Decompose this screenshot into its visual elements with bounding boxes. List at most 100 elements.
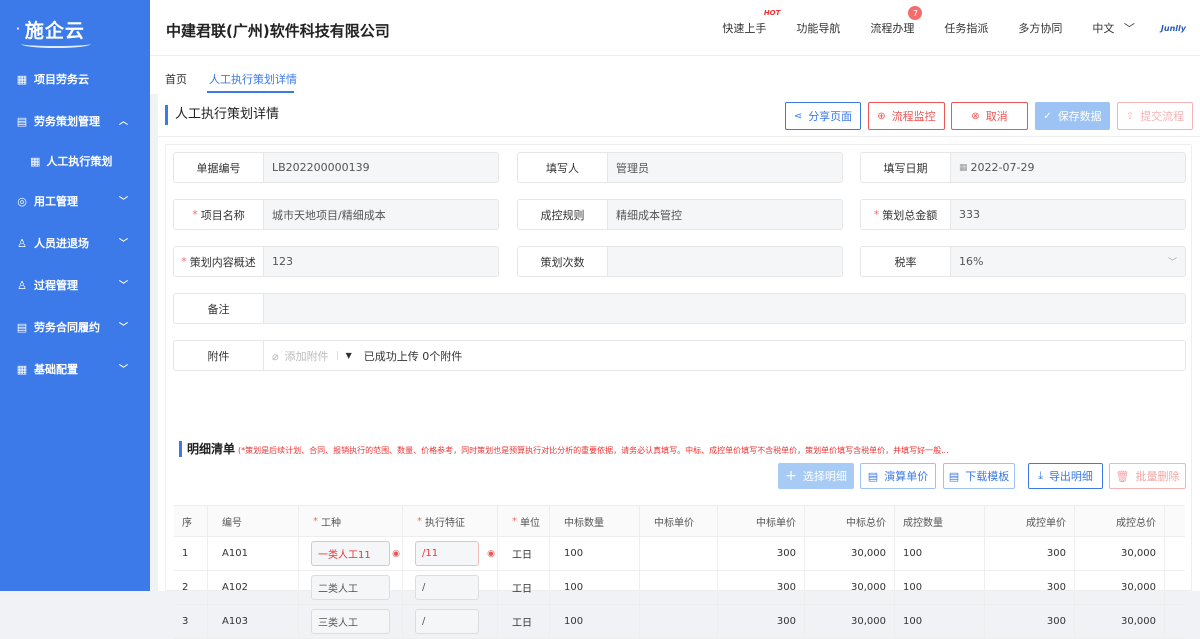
doc-no-field: 单据编号 LB202200000139	[173, 152, 499, 183]
project-value[interactable]: 城市天地项目/精细成本	[264, 200, 498, 229]
language-select[interactable]: 中文 ﹀	[1092, 20, 1135, 36]
sidebar-item-employment[interactable]: ◎ 用工管理 ﹀	[0, 180, 150, 222]
col-header: * 执行特征	[403, 506, 498, 536]
doc-no-label: 单据编号	[174, 153, 264, 182]
download-icon: ⤓	[1038, 469, 1043, 482]
calendar-icon: ▦	[30, 154, 41, 168]
active-tab-indicator	[207, 91, 294, 93]
date-input[interactable]: ▦ 2022-07-29	[951, 153, 1185, 182]
paperclip-icon: ⌀	[272, 349, 279, 363]
cell-code: A103	[208, 605, 299, 638]
chevron-down-icon: ﹀	[1167, 258, 1177, 268]
count-badge: 7	[908, 6, 923, 20]
submit-button[interactable]: ⇧ 提交流程	[1117, 102, 1193, 130]
total-input[interactable]: 333	[951, 200, 1185, 229]
tax-field: 税率 16% ﹀	[860, 246, 1186, 277]
feature-input[interactable]: /	[415, 575, 479, 600]
cell-bid-unit	[640, 571, 718, 604]
project-label: * 项目名称	[174, 200, 264, 229]
cell-feature: /	[403, 571, 498, 604]
sidebar-item-base-config[interactable]: ▦ 基础配置 ﹀	[0, 348, 150, 390]
nav-collaboration[interactable]: 多方协同	[1018, 20, 1062, 36]
share-button[interactable]: ⋖ 分享页面	[785, 102, 861, 130]
cell-type: 二类人工	[299, 571, 403, 604]
col-header: 中标总价	[805, 506, 895, 536]
col-header: * 单位	[498, 506, 550, 536]
type-input[interactable]: 一类人工11	[311, 541, 390, 566]
remark-input[interactable]	[264, 294, 1185, 323]
cancel-button[interactable]: ⊗ 取消	[951, 102, 1028, 130]
sidebar-item-process[interactable]: ♙ 过程管理 ﹀	[0, 264, 150, 306]
export-detail-button[interactable]: ⤓ 导出明细	[1028, 463, 1103, 489]
nav-function-guide[interactable]: 功能导航	[796, 20, 840, 36]
sidebar-item-manual-execution-plan[interactable]: ▦ 人工执行策划	[0, 142, 150, 180]
cell-bid-qty: 100	[550, 537, 640, 570]
chevron-up-icon: ︿	[118, 117, 128, 127]
cell-ctrl-total: 30,000	[1075, 605, 1165, 638]
nav-quick-start[interactable]: 快速上手 HOT	[722, 9, 780, 36]
page-title: 人工执行策划详情	[165, 105, 279, 125]
sidebar-item-contract[interactable]: ▤ 劳务合同履约 ﹀	[0, 306, 150, 348]
cell-feature: /	[403, 605, 498, 638]
brand-logo: Junlly	[1160, 23, 1186, 33]
cell-unit: 工日	[498, 571, 550, 604]
select-detail-button[interactable]: + 选择明细	[778, 463, 854, 489]
batch-delete-button[interactable]: 🗑 批量删除	[1109, 463, 1186, 489]
col-header: 中标单价	[718, 506, 805, 536]
chevron-down-icon: ﹀	[118, 197, 128, 207]
cell-no: 3	[174, 605, 208, 638]
tab-detail[interactable]: 人工执行策划详情	[209, 71, 297, 87]
add-attachment-button[interactable]: ⌀ 添加附件	[272, 348, 329, 364]
sidebar-item-labor-planning[interactable]: ▤ 劳务策划管理 ︿	[0, 100, 150, 142]
table-body: 1 A101 一类人工11 ◉/11 ◉ 工日 100 300 30,000 100 300 30,0…	[174, 537, 1185, 639]
date-field: 填写日期 ▦ 2022-07-29	[860, 152, 1186, 183]
col-header	[1165, 506, 1185, 536]
table-header: 序 编号 * 工种 * 执行特征 * 单位 中标数量 中标单价 中标单价 中标总价 成…	[174, 506, 1185, 537]
cell-ctrl-total: 30,000	[1075, 537, 1165, 570]
download-template-button[interactable]: ▤ 下载模板	[943, 463, 1015, 489]
document-icon: ▤	[16, 114, 28, 128]
tax-select[interactable]: 16% ﹀	[951, 247, 1185, 276]
plus-icon: +	[785, 468, 797, 484]
col-header: 成控数量	[895, 506, 985, 536]
feature-input[interactable]: /	[415, 609, 479, 634]
desc-input[interactable]: 123	[264, 247, 498, 276]
sidebar-item-personnel-entry-exit[interactable]: ♙ 人员进退场 ﹀	[0, 222, 150, 264]
attachment-area: ⌀ 添加附件 ▼ 已成功上传 0个附件	[264, 341, 1185, 370]
top-bar: 中建君联(广州)软件科技有限公司 快速上手 HOT 功能导航 流程办理 7 任务指派…	[150, 0, 1200, 56]
remark-field: 备注	[173, 293, 1186, 324]
feature-input[interactable]: /11	[415, 541, 479, 566]
cell-ctrl-qty: 100	[895, 605, 985, 638]
tab-home[interactable]: 首页	[165, 71, 187, 87]
nav-process[interactable]: 流程办理 7	[870, 6, 923, 36]
nav-task-assign[interactable]: 任务指派	[944, 20, 988, 36]
eye-icon[interactable]: ◉	[487, 549, 495, 559]
attachment-dropdown[interactable]: ▼	[336, 351, 352, 360]
type-input[interactable]: 二类人工	[311, 575, 390, 600]
type-input[interactable]: 三类人工	[311, 609, 390, 634]
sidebar-item-project-labor-cloud[interactable]: ▦ 项目劳务云	[0, 58, 150, 100]
cell-spacer	[1165, 537, 1185, 570]
save-button[interactable]: ✓ 保存数据	[1035, 102, 1110, 130]
col-header: 中标数量	[550, 506, 640, 536]
cell-ctrl-price: 300	[985, 605, 1075, 638]
hot-badge: HOT	[763, 9, 781, 17]
cell-bid-price: 300	[718, 605, 805, 638]
chevron-down-icon: ﹀	[1123, 22, 1135, 35]
rule-field: 成控规则 精细成本管控	[517, 199, 843, 230]
attachment-field: 附件 ⌀ 添加附件 ▼ 已成功上传 0个附件	[173, 340, 1186, 371]
date-label: 填写日期	[861, 153, 951, 182]
top-nav: 快速上手 HOT 功能导航 流程办理 7 任务指派 多方协同 中文 ﹀ Junlly	[692, 0, 1200, 56]
writer-label: 填写人	[518, 153, 608, 182]
close-circle-icon: ⊗	[971, 110, 980, 122]
cell-no: 2	[174, 571, 208, 604]
detail-note: (*策划是后续计划、合同、报销执行的范围、数量、价格参考，同时策划也是预算执行对…	[238, 446, 949, 455]
calc-price-button[interactable]: ▤ 演算单价	[860, 463, 936, 489]
cell-bid-qty: 100	[550, 605, 640, 638]
remark-label: 备注	[174, 294, 264, 323]
eye-icon[interactable]: ◉	[392, 549, 400, 559]
process-monitor-button[interactable]: ⊕ 流程监控	[868, 102, 945, 130]
count-value	[608, 247, 842, 276]
count-field: 策划次数	[517, 246, 843, 277]
total-field: * 策划总金额 333	[860, 199, 1186, 230]
